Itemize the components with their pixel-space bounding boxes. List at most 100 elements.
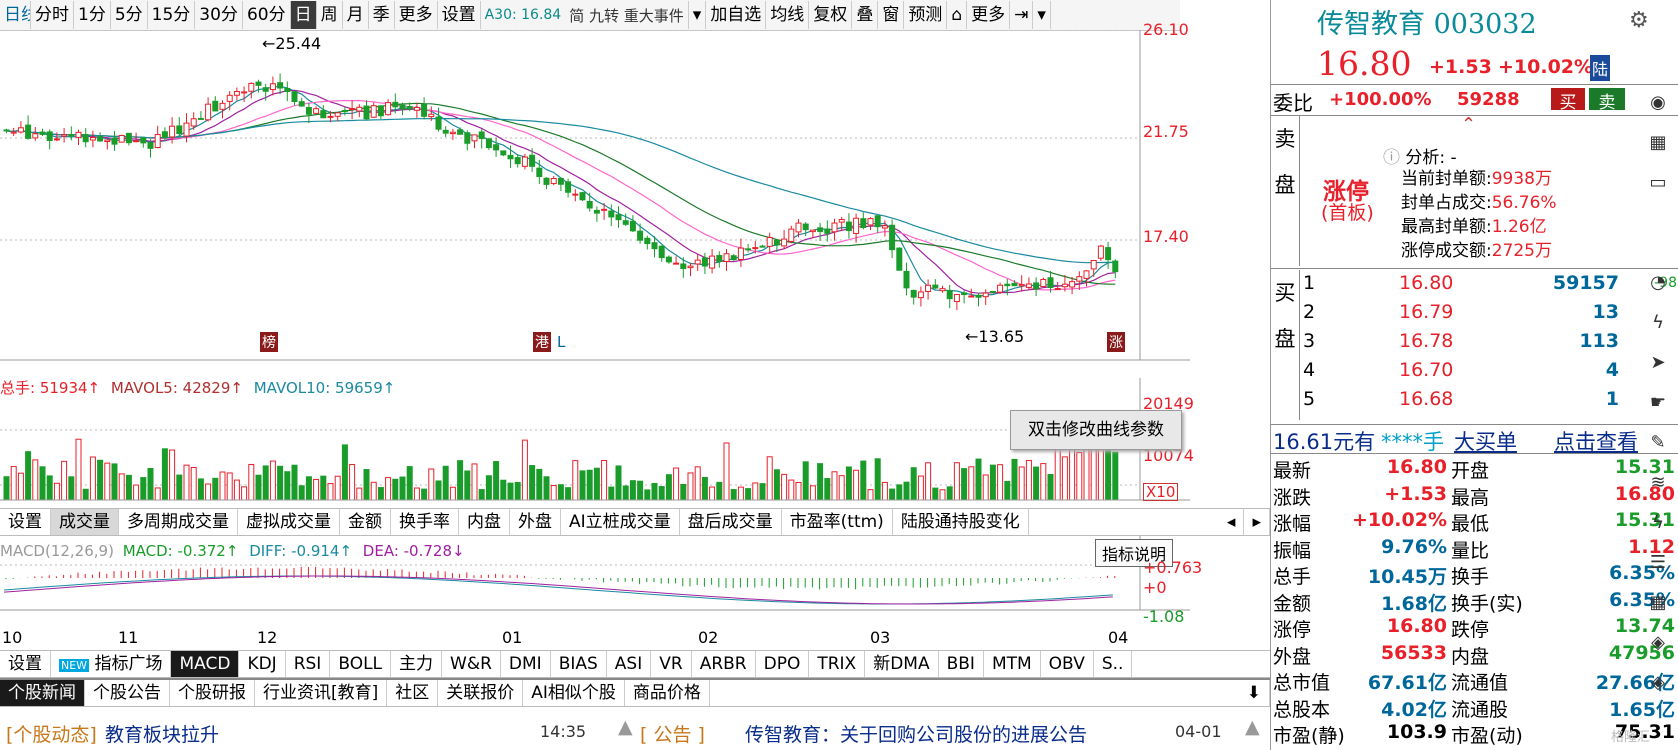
ind-tab-more[interactable]: S.. bbox=[1094, 651, 1133, 677]
limit-up-tag[interactable]: 涨 bbox=[1107, 332, 1125, 352]
chart-type-label[interactable]: 日线 bbox=[0, 1, 31, 29]
period-week-tab[interactable]: 周 bbox=[317, 1, 343, 29]
news-tab-announcements[interactable]: 个股公告 bbox=[85, 680, 170, 706]
ind-tab-kdj[interactable]: KDJ bbox=[239, 651, 286, 677]
period-minute-tab[interactable]: 分时 bbox=[31, 1, 74, 29]
period-season-tab[interactable]: 季 bbox=[369, 1, 395, 29]
ind-tab-newdma[interactable]: 新DMA bbox=[865, 651, 939, 677]
announcement-headline[interactable]: 传智教育：关于回购公司股份的进展公告 bbox=[745, 720, 1087, 747]
toolbar-chevron-icon[interactable]: ▾ bbox=[1033, 1, 1051, 29]
collapse-up-icon[interactable]: ⌃ bbox=[1461, 114, 1476, 135]
vol-tab-inner[interactable]: 内盘 bbox=[459, 509, 510, 535]
ind-tab-dpo[interactable]: DPO bbox=[756, 651, 810, 677]
news-scroll-icon[interactable]: ▲ bbox=[618, 716, 633, 738]
news-tab-community[interactable]: 社区 bbox=[387, 680, 439, 706]
toolbar-more-button[interactable]: 更多 bbox=[967, 1, 1011, 29]
ind-tab-rsi[interactable]: RSI bbox=[286, 651, 331, 677]
period-1min-tab[interactable]: 1分 bbox=[74, 1, 111, 29]
label-icon[interactable]: ◈ bbox=[1648, 672, 1668, 693]
lock-icon[interactable]: ⌂ bbox=[947, 1, 968, 29]
sell-button[interactable]: 卖 bbox=[1589, 88, 1625, 113]
period-5min-tab[interactable]: 5分 bbox=[111, 1, 148, 29]
tag-icon[interactable]: ◈ bbox=[1648, 632, 1668, 653]
settings-button[interactable]: 设置 bbox=[438, 1, 481, 29]
ind-tab-trix[interactable]: TRIX bbox=[809, 651, 866, 677]
bid-row[interactable]: 2 16.79 13 bbox=[1301, 299, 1678, 326]
pen-icon[interactable]: ✎ bbox=[1648, 432, 1668, 453]
period-more-button[interactable]: 更多 bbox=[395, 1, 438, 29]
bid-row[interactable]: 1 16.80 59157 -98 bbox=[1301, 270, 1678, 297]
ind-tab-main[interactable]: 主力 bbox=[391, 651, 443, 677]
rank-tag[interactable]: 榜 bbox=[260, 332, 278, 352]
broadcast-icon[interactable]: ◉ bbox=[1648, 92, 1668, 113]
vol-tab-pe[interactable]: 市盈率(ttm) bbox=[782, 509, 893, 535]
news-headline[interactable]: 教育板块拉升 bbox=[105, 720, 219, 747]
period-60min-tab[interactable]: 60分 bbox=[243, 1, 291, 29]
collapse-icon[interactable]: ⇥ bbox=[1010, 1, 1034, 29]
ind-tab-bias[interactable]: BIAS bbox=[551, 651, 607, 677]
grid-icon[interactable]: ▦ bbox=[1648, 132, 1668, 153]
table-icon[interactable]: ▦ bbox=[1648, 592, 1668, 613]
news-tab-ai-similar[interactable]: AI相似个股 bbox=[523, 680, 625, 706]
scroll-left-icon[interactable]: ◂ bbox=[1219, 509, 1245, 535]
history-icon[interactable]: ◔ bbox=[1648, 272, 1668, 293]
news-tab-commodities[interactable]: 商品价格 bbox=[625, 680, 710, 706]
vol-tab-settings[interactable]: 设置 bbox=[0, 509, 51, 535]
ind-tab-wr[interactable]: W&R bbox=[442, 651, 501, 677]
feed-icon[interactable]: ≋ bbox=[1648, 472, 1668, 493]
vol-tab-ai[interactable]: AI立桩成交量 bbox=[561, 509, 680, 535]
period-15min-tab[interactable]: 15分 bbox=[148, 1, 196, 29]
overlay-button[interactable]: 叠 bbox=[852, 1, 879, 29]
ind-tab-square[interactable]: NEW 指标广场 bbox=[51, 651, 172, 677]
news-tab-industry[interactable]: 行业资讯[教育] bbox=[255, 680, 388, 706]
period-30min-tab[interactable]: 30分 bbox=[195, 1, 243, 29]
ma-button[interactable]: 均线 bbox=[766, 1, 810, 29]
cursor-icon[interactable]: ➤ bbox=[1648, 352, 1668, 373]
vol-tab-turnover[interactable]: 换手率 bbox=[391, 509, 459, 535]
news-tab-related[interactable]: 关联报价 bbox=[438, 680, 524, 706]
vol-tab-afterhours[interactable]: 盘后成交量 bbox=[680, 509, 782, 535]
ind-tab-asi[interactable]: ASI bbox=[607, 651, 652, 677]
vol-tab-amount[interactable]: 金额 bbox=[340, 509, 391, 535]
hk-tag[interactable]: 港 bbox=[533, 332, 551, 352]
ind-tab-settings[interactable]: 设置 bbox=[0, 651, 51, 677]
news-tab-stock-news[interactable]: 个股新闻 bbox=[0, 680, 85, 706]
ind-tab-dmi[interactable]: DMI bbox=[501, 651, 551, 677]
adjust-button[interactable]: 复权 bbox=[809, 1, 853, 29]
bid-row[interactable]: 3 16.78 113 bbox=[1301, 328, 1678, 355]
ind-tab-boll[interactable]: BOLL bbox=[330, 651, 392, 677]
add-watchlist-button[interactable]: 加自选 bbox=[706, 1, 767, 29]
scroll-right-icon[interactable]: ▸ bbox=[1244, 509, 1270, 535]
ind-tab-arbr[interactable]: ARBR bbox=[692, 651, 756, 677]
vol-tab-volume[interactable]: 成交量 bbox=[51, 509, 119, 535]
drag-icon[interactable]: ☛ bbox=[1648, 392, 1668, 413]
l-tag[interactable]: L bbox=[557, 333, 565, 351]
dropdown-chevron-icon[interactable]: ▾ bbox=[687, 1, 707, 29]
vol-tab-outer[interactable]: 外盘 bbox=[510, 509, 561, 535]
ind-tab-mtm[interactable]: MTM bbox=[984, 651, 1041, 677]
bid-row[interactable]: 4 16.70 4 bbox=[1301, 357, 1678, 384]
list-icon[interactable]: ☰ bbox=[1648, 552, 1668, 573]
ind-tab-obv[interactable]: OBV bbox=[1041, 651, 1094, 677]
forecast-button[interactable]: 预测 bbox=[904, 1, 948, 29]
big-order-row[interactable]: 16.61元有 ****手 大买单 点击查看 bbox=[1271, 424, 1678, 454]
news-tab-research[interactable]: 个股研报 bbox=[170, 680, 255, 706]
ind-tab-macd[interactable]: MACD bbox=[171, 651, 240, 677]
download-icon[interactable]: ⬇ bbox=[1239, 680, 1270, 706]
lightning-icon[interactable]: ϟ bbox=[1648, 512, 1668, 533]
buy-button[interactable]: 买 bbox=[1551, 88, 1585, 113]
period-month-tab[interactable]: 月 bbox=[343, 1, 369, 29]
bid-row[interactable]: 5 16.68 1 bbox=[1301, 386, 1678, 413]
vol-tab-virtual[interactable]: 虚拟成交量 bbox=[238, 509, 340, 535]
gear-icon[interactable]: ⚙ bbox=[1629, 8, 1649, 33]
monitor-icon[interactable]: ▭ bbox=[1648, 172, 1668, 193]
vol-tab-multi-period[interactable]: 多周期成交量 bbox=[119, 509, 238, 535]
announcement-scroll-icon[interactable]: ▲ bbox=[1245, 716, 1260, 738]
vol-tab-northbound[interactable]: 陆股通持股变化 bbox=[893, 509, 1029, 535]
period-day-tab[interactable]: 日 bbox=[290, 1, 317, 29]
window-button[interactable]: 窗 bbox=[878, 1, 905, 29]
ind-tab-vr[interactable]: VR bbox=[651, 651, 692, 677]
flash-icon[interactable]: ϟ bbox=[1648, 312, 1668, 333]
event-overlay-text[interactable]: 简 九转 重大事件 bbox=[565, 5, 688, 26]
ind-tab-bbi[interactable]: BBI bbox=[939, 651, 984, 677]
